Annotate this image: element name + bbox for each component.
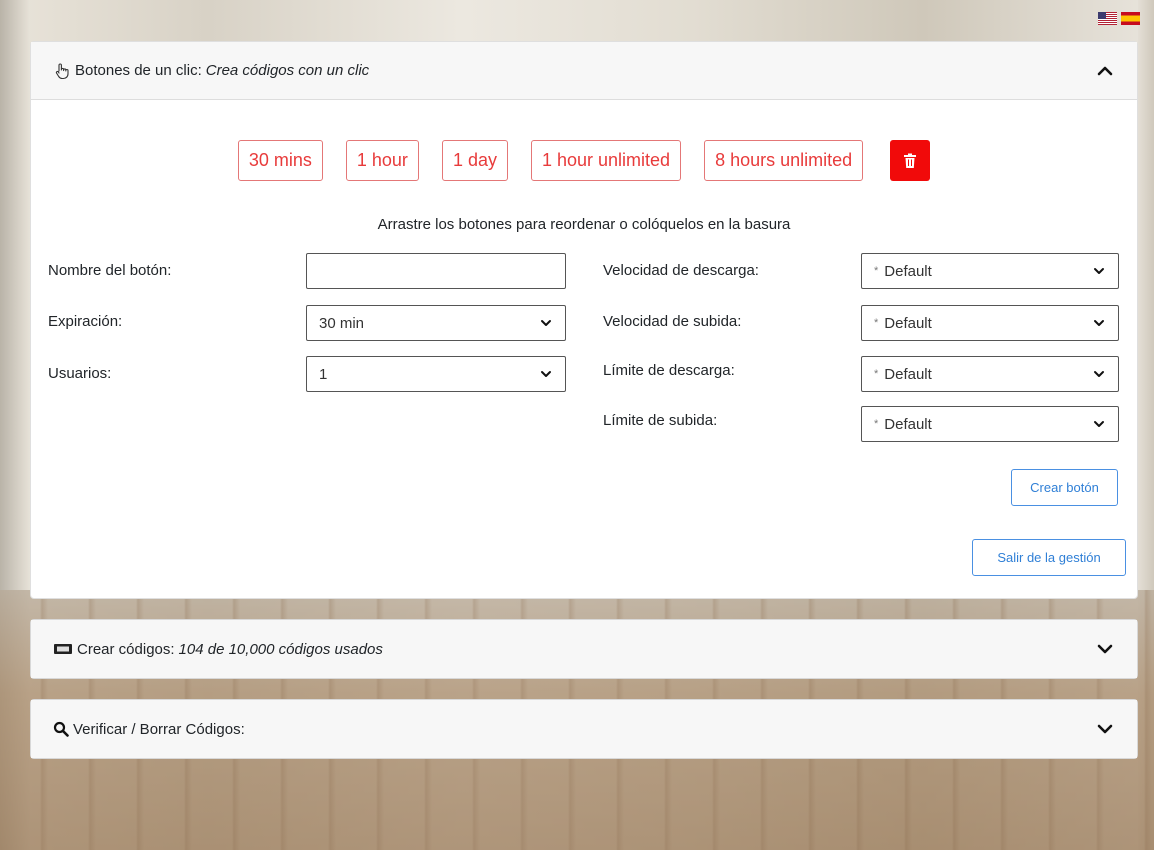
- chevron-down-icon[interactable]: [1095, 719, 1115, 739]
- users-select[interactable]: 1: [306, 356, 566, 392]
- search-icon: [53, 721, 69, 737]
- spain-flag-icon[interactable]: [1121, 12, 1140, 25]
- panel-subtitle-text: 104 de 10,000 códigos usados: [178, 640, 383, 658]
- drag-hint-text: Arrastre los botones para reordenar o co…: [377, 216, 791, 233]
- upload-limit-label: Límite de subida:: [603, 412, 718, 429]
- exit-management-button[interactable]: Salir de la gestión: [972, 539, 1126, 576]
- verify-delete-codes-header[interactable]: Verificar / Borrar Códigos:: [31, 700, 1137, 758]
- users-label: Usuarios:: [48, 365, 112, 382]
- upload-speed-label: Velocidad de subida:: [603, 313, 742, 330]
- expiration-select[interactable]: 30 min: [306, 305, 566, 341]
- trash-drop-zone[interactable]: [890, 140, 931, 181]
- default-marker: *: [874, 265, 879, 277]
- button-name-label: Nombre del botón:: [48, 262, 172, 279]
- panel-title-text: Verificar / Borrar Códigos:: [73, 720, 245, 738]
- pointer-hand-icon: [55, 63, 69, 79]
- create-button-button[interactable]: Crear botón: [1011, 469, 1118, 506]
- chevron-down-icon: [1094, 371, 1104, 377]
- users-value: 1: [319, 365, 328, 383]
- trash-icon: [904, 153, 917, 168]
- preset-button-1-hour-unlimited[interactable]: 1 hour unlimited: [530, 140, 682, 181]
- download-speed-label: Velocidad de descarga:: [603, 262, 759, 279]
- us-flag-icon[interactable]: [1098, 12, 1117, 25]
- panel-title-text: Crear códigos:: [77, 640, 175, 658]
- one-click-buttons-panel: Botones de un clic: Crea códigos con un …: [30, 41, 1138, 599]
- download-limit-label: Límite de descarga:: [603, 362, 735, 379]
- chevron-down-icon: [1094, 320, 1104, 326]
- preset-button-1-hour[interactable]: 1 hour: [345, 140, 419, 181]
- preset-buttons-row: 30 mins 1 hour 1 day 1 hour unlimited 8 …: [31, 140, 1137, 181]
- ticket-icon: [54, 644, 72, 654]
- default-marker: *: [874, 368, 879, 380]
- verify-delete-codes-panel: Verificar / Borrar Códigos:: [30, 699, 1138, 759]
- chevron-up-icon[interactable]: [1095, 61, 1115, 81]
- default-marker: *: [874, 317, 879, 329]
- preset-button-30-mins[interactable]: 30 mins: [237, 140, 323, 181]
- expiration-label: Expiración:: [48, 313, 123, 330]
- download-speed-value: Default: [884, 262, 932, 280]
- upload-speed-value: Default: [884, 314, 932, 332]
- panel-title: Botones de un clic: Crea códigos con un …: [53, 62, 369, 80]
- create-codes-panel: Crear códigos: 104 de 10,000 códigos usa…: [30, 619, 1138, 679]
- preset-button-8-hours-unlimited[interactable]: 8 hours unlimited: [704, 140, 864, 181]
- panel-subtitle-text: Crea códigos con un clic: [205, 62, 370, 79]
- language-selector: [1098, 12, 1140, 25]
- default-marker: *: [874, 418, 879, 430]
- chevron-down-icon[interactable]: [1095, 639, 1115, 659]
- download-speed-select[interactable]: * Default: [861, 253, 1119, 289]
- panel-title: Verificar / Borrar Códigos:: [53, 721, 245, 738]
- create-codes-header[interactable]: Crear códigos: 104 de 10,000 códigos usa…: [31, 620, 1137, 678]
- chevron-down-icon: [1094, 421, 1104, 427]
- preset-button-1-day[interactable]: 1 day: [441, 140, 508, 181]
- chevron-down-icon: [541, 371, 551, 377]
- one-click-buttons-header[interactable]: Botones de un clic: Crea códigos con un …: [31, 42, 1137, 100]
- button-name-input[interactable]: [306, 253, 566, 289]
- upload-speed-select[interactable]: * Default: [861, 305, 1119, 341]
- panel-title: Crear códigos: 104 de 10,000 códigos usa…: [53, 641, 383, 658]
- expiration-value: 30 min: [319, 314, 365, 332]
- chevron-down-icon: [541, 320, 551, 326]
- upload-limit-select[interactable]: * Default: [861, 406, 1119, 442]
- upload-limit-value: Default: [884, 415, 932, 433]
- chevron-down-icon: [1094, 268, 1104, 274]
- download-limit-select[interactable]: * Default: [861, 356, 1119, 392]
- download-limit-value: Default: [884, 365, 932, 383]
- panel-title-text: Botones de un clic:: [75, 62, 202, 79]
